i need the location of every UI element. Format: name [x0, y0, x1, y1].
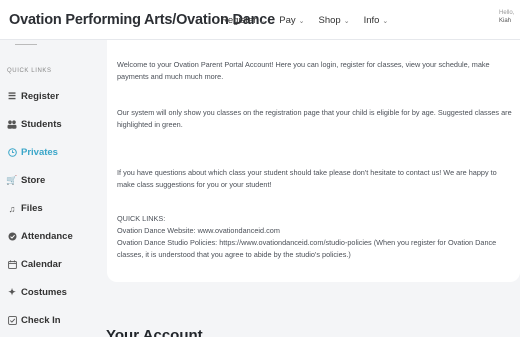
sidebar-item-store[interactable]: 🛒 Store [6, 175, 46, 186]
users-icon [7, 120, 17, 129]
checkbox-icon [7, 316, 17, 325]
nav-register-label: Register [221, 15, 257, 26]
website-link-line[interactable]: Ovation Dance Website: www.ovationdancei… [117, 225, 515, 237]
nav-shop-label: Shop [318, 15, 341, 26]
sidebar: QUICK LINKS ☰ Register Students Privates… [0, 40, 95, 337]
account-heading: Your Account [106, 327, 203, 337]
person-icon: ✦ [8, 287, 16, 297]
user-greeting: Hello, [499, 10, 515, 16]
sidebar-item-check-in[interactable]: Check In [7, 315, 61, 326]
calendar-icon [7, 260, 17, 269]
user-name: Kiah [499, 18, 512, 24]
sidebar-item-students[interactable]: Students [7, 119, 62, 130]
nav-pay[interactable]: Pay ⌄ [279, 15, 304, 26]
nav-info-label: Info [363, 15, 380, 26]
sidebar-item-label: Store [21, 175, 46, 186]
questions-text: If you have questions about which class … [117, 168, 497, 189]
sidebar-item-label: Register [21, 91, 60, 102]
cart-icon: 🛒 [6, 175, 18, 185]
welcome-text: Welcome to your Ovation Parent Portal Ac… [117, 60, 490, 81]
sidebar-collapse-handle[interactable] [15, 42, 37, 45]
sidebar-item-label: Check In [21, 315, 61, 326]
nav-pay-label: Pay [279, 15, 296, 26]
system-note-text: Our system will only show you classes on… [117, 108, 512, 129]
quick-links-title: QUICK LINKS: [117, 214, 166, 223]
chevron-down-icon: ⌄ [382, 17, 389, 25]
list-icon: ☰ [7, 91, 17, 101]
top-navbar: Ovation Performing Arts/Ovation Dance Re… [0, 0, 520, 40]
sidebar-item-label: Calendar [21, 259, 62, 270]
sidebar-item-label: Privates [21, 147, 58, 158]
policies-link-line[interactable]: Ovation Dance Studio Policies: https://w… [117, 237, 515, 261]
music-icon: ♫ [8, 203, 16, 214]
main-nav: Register ⌄ Pay ⌄ Shop ⌄ Info ⌄ [221, 15, 388, 26]
sidebar-item-privates[interactable]: Privates [7, 147, 58, 158]
chevron-down-icon: ⌄ [259, 17, 266, 25]
sidebar-item-label: Attendance [21, 231, 73, 242]
nav-register[interactable]: Register ⌄ [221, 15, 265, 26]
sidebar-item-label: Costumes [21, 287, 67, 298]
sidebar-item-files[interactable]: ♫ Files [7, 203, 43, 214]
user-menu[interactable]: Hello, Kiah [499, 9, 514, 25]
sidebar-item-label: Files [21, 203, 43, 214]
sidebar-item-register[interactable]: ☰ Register [7, 91, 59, 102]
sidebar-section-label: QUICK LINKS [7, 68, 52, 74]
chevron-down-icon: ⌄ [343, 17, 350, 25]
chevron-down-icon: ⌄ [298, 17, 305, 25]
sidebar-item-calendar[interactable]: Calendar [7, 259, 62, 270]
nav-shop[interactable]: Shop ⌄ [319, 15, 350, 26]
welcome-card: Welcome to your Ovation Parent Portal Ac… [107, 40, 520, 282]
sidebar-item-attendance[interactable]: Attendance [7, 231, 73, 242]
sidebar-item-label: Students [21, 119, 62, 130]
check-circle-icon [7, 232, 17, 241]
sidebar-item-costumes[interactable]: ✦ Costumes [7, 287, 67, 298]
nav-info[interactable]: Info ⌄ [364, 15, 389, 26]
clock-icon [7, 148, 17, 157]
